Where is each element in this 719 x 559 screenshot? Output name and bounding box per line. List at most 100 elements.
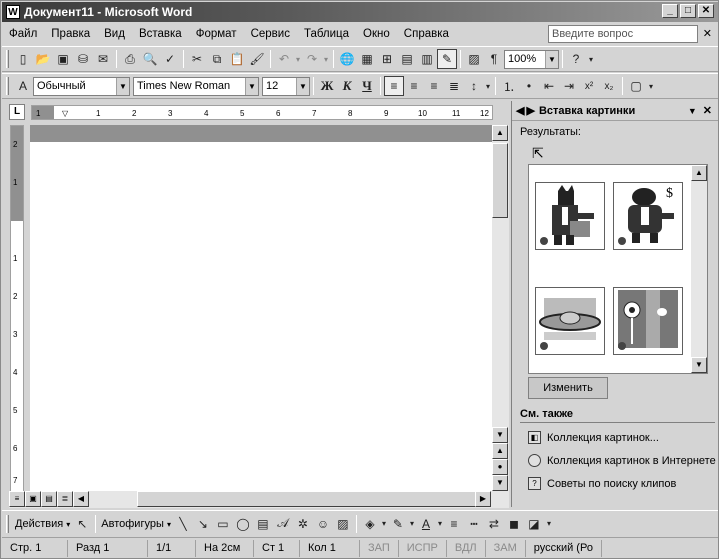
- status-ext[interactable]: ВДЛ: [447, 539, 486, 557]
- clip-cat-money[interactable]: $: [613, 182, 683, 250]
- scroll-thumb[interactable]: [492, 143, 508, 218]
- vertical-ruler[interactable]: 2 1 1 2 3 4 5 6 7: [10, 125, 24, 495]
- increase-indent-icon[interactable]: ⇥: [559, 76, 579, 96]
- menu-insert[interactable]: Вставка: [132, 28, 189, 40]
- decrease-indent-icon[interactable]: ⇤: [539, 76, 559, 96]
- results-menu-icon[interactable]: ⇱: [532, 145, 544, 162]
- clip-flower-bee[interactable]: [613, 287, 683, 355]
- help-icon[interactable]: ?: [566, 49, 586, 69]
- cut-icon[interactable]: ✂: [187, 49, 207, 69]
- minimize-button[interactable]: _: [662, 4, 678, 18]
- insert-table-icon[interactable]: ⊞: [377, 49, 397, 69]
- bold-button[interactable]: Ж: [317, 76, 337, 96]
- status-ovr[interactable]: ЗАМ: [486, 539, 526, 557]
- superscript-icon[interactable]: x²: [579, 76, 599, 96]
- save-icon[interactable]: ▣: [53, 49, 73, 69]
- line-color-dropdown-icon[interactable]: ▾: [408, 514, 416, 534]
- document-map-icon[interactable]: ▨: [464, 49, 484, 69]
- scroll-up-icon[interactable]: ▲: [492, 125, 508, 141]
- line-icon[interactable]: ╲: [173, 514, 193, 534]
- print-icon[interactable]: ⎙: [120, 49, 140, 69]
- show-formatting-icon[interactable]: ¶: [484, 49, 504, 69]
- font-select[interactable]: Times New Roman ▼: [133, 76, 259, 96]
- format-painter-icon[interactable]: 🖌: [247, 49, 267, 69]
- rectangle-icon[interactable]: ▭: [213, 514, 233, 534]
- spelling-icon[interactable]: ✓: [160, 49, 180, 69]
- justify-icon[interactable]: ≣: [444, 76, 464, 96]
- oval-icon[interactable]: ◯: [233, 514, 253, 534]
- copy-icon[interactable]: ⧉: [207, 49, 227, 69]
- menu-tools[interactable]: Сервис: [244, 28, 297, 40]
- close-document-icon[interactable]: ✕: [703, 27, 712, 40]
- undo-dropdown-icon[interactable]: ▾: [294, 49, 302, 69]
- horizontal-ruler[interactable]: 1 ▽ 1 2 3 4 5 6 7 8 9 10 11 12: [31, 105, 493, 120]
- chevron-down-icon[interactable]: ▼: [296, 77, 309, 95]
- redo-dropdown-icon[interactable]: ▾: [322, 49, 330, 69]
- 3d-style-icon[interactable]: ◪: [524, 514, 544, 534]
- link-search-tips[interactable]: ? Советы по поиску клипов: [528, 477, 676, 490]
- autoshapes-button[interactable]: Автофигуры ▾: [99, 518, 173, 530]
- clip-frog-pond[interactable]: [535, 287, 605, 355]
- toolbar-grip[interactable]: [6, 50, 9, 68]
- next-page-icon[interactable]: ▼: [492, 475, 508, 491]
- hyperlink-icon[interactable]: 🌐: [337, 49, 357, 69]
- subscript-icon[interactable]: x₂: [599, 76, 619, 96]
- previous-page-icon[interactable]: ▲: [492, 443, 508, 459]
- scroll-up-icon[interactable]: ▲: [691, 165, 707, 181]
- picture-icon[interactable]: ▨: [333, 514, 353, 534]
- font-color-dropdown-icon[interactable]: ▾: [436, 514, 444, 534]
- horizontal-scrollbar[interactable]: ≡ ▣ ▤ ≣ ◀ ▶: [9, 491, 509, 508]
- menu-view[interactable]: Вид: [97, 28, 132, 40]
- scroll-thumb[interactable]: [137, 491, 477, 507]
- print-preview-icon[interactable]: 🔍: [140, 49, 160, 69]
- redo-icon[interactable]: ↷: [302, 49, 322, 69]
- link-clip-art-online[interactable]: Коллекция картинок в Интернете: [528, 454, 716, 467]
- arrow-icon[interactable]: ↘: [193, 514, 213, 534]
- close-button[interactable]: ✕: [698, 4, 714, 18]
- diagram-icon[interactable]: ✲: [293, 514, 313, 534]
- word-app-icon[interactable]: W: [6, 5, 20, 19]
- bullets-icon[interactable]: •: [519, 76, 539, 96]
- paste-icon[interactable]: 📋: [227, 49, 247, 69]
- status-rec[interactable]: ЗАП: [360, 539, 399, 557]
- zoom-select[interactable]: 100% ▼: [504, 49, 559, 69]
- align-center-icon[interactable]: ≡: [404, 76, 424, 96]
- tab-selector-icon[interactable]: L: [9, 104, 25, 120]
- status-trk[interactable]: ИСПР: [399, 539, 447, 557]
- text-box-icon[interactable]: ▤: [253, 514, 273, 534]
- print-layout-icon[interactable]: ▤: [41, 491, 57, 507]
- new-document-icon[interactable]: ▯: [13, 49, 33, 69]
- undo-icon[interactable]: ↶: [274, 49, 294, 69]
- numbering-icon[interactable]: ⒈: [499, 76, 519, 96]
- email-icon[interactable]: ✉: [93, 49, 113, 69]
- open-icon[interactable]: 📂: [33, 49, 53, 69]
- font-size-select[interactable]: 12 ▼: [262, 76, 310, 96]
- scroll-right-icon[interactable]: ▶: [475, 491, 491, 507]
- results-scrollbar[interactable]: ▲ ▼: [691, 165, 707, 373]
- fill-color-dropdown-icon[interactable]: ▾: [380, 514, 388, 534]
- change-button[interactable]: Изменить: [528, 377, 608, 399]
- chevron-down-icon[interactable]: ▼: [116, 77, 129, 95]
- normal-view-icon[interactable]: ≡: [9, 491, 25, 507]
- document-page[interactable]: [30, 125, 492, 491]
- toolbar-grip[interactable]: [6, 77, 9, 95]
- draw-menu-button[interactable]: Действия ▾: [13, 518, 72, 530]
- back-icon[interactable]: ◀: [516, 104, 524, 117]
- align-right-icon[interactable]: ≡: [424, 76, 444, 96]
- line-style-icon[interactable]: ≡: [444, 514, 464, 534]
- menu-table[interactable]: Таблица: [297, 28, 356, 40]
- permission-icon[interactable]: ⛁: [73, 49, 93, 69]
- line-color-icon[interactable]: ✎: [388, 514, 408, 534]
- clip-art-icon[interactable]: ☺: [313, 514, 333, 534]
- tables-borders-icon[interactable]: ▦: [357, 49, 377, 69]
- link-clip-organizer[interactable]: ◧ Коллекция картинок...: [528, 431, 659, 444]
- font-color-icon[interactable]: A: [416, 514, 436, 534]
- align-left-icon[interactable]: ≡: [384, 76, 404, 96]
- task-pane-close-icon[interactable]: ✕: [703, 104, 712, 117]
- line-spacing-icon[interactable]: ↕: [464, 76, 484, 96]
- arrow-style-icon[interactable]: ⇄: [484, 514, 504, 534]
- wordart-icon[interactable]: 𝒜: [273, 514, 293, 534]
- clip-fox-businessman[interactable]: [535, 182, 605, 250]
- style-select[interactable]: Обычный ▼: [33, 76, 130, 96]
- menu-format[interactable]: Формат: [189, 28, 244, 40]
